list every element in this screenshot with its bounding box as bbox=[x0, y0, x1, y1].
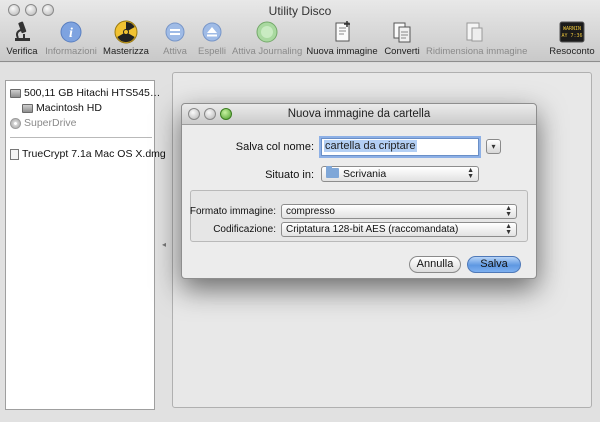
dialog-titlebar: Nuova immagine da cartella bbox=[182, 104, 536, 125]
popup-arrows-icon: ▲ ▼ bbox=[467, 167, 474, 180]
save-as-input[interactable]: cartella da criptare bbox=[321, 138, 479, 156]
toolbar-eject-button[interactable]: Espelli bbox=[196, 20, 228, 57]
save-as-label: Salva col nome: bbox=[235, 141, 314, 153]
toolbar-mount-button[interactable]: Attiva bbox=[160, 20, 190, 57]
svg-text:WARNIN: WARNIN bbox=[563, 26, 581, 32]
dialog-title: Nuova immagine da cartella bbox=[287, 108, 431, 120]
new-image-icon bbox=[335, 21, 350, 42]
save-as-value: cartella da criptare bbox=[324, 140, 417, 152]
convert-icon bbox=[393, 22, 411, 43]
new-image-from-folder-dialog: Nuova immagine da cartella Salva col nom… bbox=[181, 103, 537, 279]
folder-icon bbox=[326, 166, 339, 178]
toolbar-burn-button[interactable]: Masterizza bbox=[102, 20, 150, 57]
journaling-icon bbox=[256, 21, 278, 43]
toolbar-verify-button[interactable]: Verifica bbox=[4, 20, 40, 57]
info-icon: i bbox=[60, 21, 82, 43]
microscope-icon bbox=[15, 21, 30, 41]
format-popup[interactable]: compresso ▲ ▼ bbox=[281, 204, 517, 219]
svg-text:i: i bbox=[69, 26, 73, 41]
superdrive-icon bbox=[10, 117, 21, 129]
toolbar-new-image-button[interactable]: Nuova immagine bbox=[306, 20, 378, 57]
sidebar-divider bbox=[10, 137, 152, 138]
encryption-popup[interactable]: Criptatura 128-bit AES (raccomandata) ▲ ▼ bbox=[281, 222, 517, 237]
toolbar-resize-image-button[interactable]: Ridimensiona immagine bbox=[426, 20, 527, 57]
toolbar-log-button[interactable]: WARNIN AY 7:36 Resoconto bbox=[548, 20, 596, 57]
popup-arrows-icon: ▲ ▼ bbox=[505, 223, 512, 236]
window-toolbar: Utility Disco Verifica i Informazioni Ma… bbox=[0, 0, 600, 62]
encryption-label: Codificazione: bbox=[213, 224, 276, 235]
save-button[interactable]: Salva bbox=[467, 256, 521, 273]
sidebar-item-superdrive[interactable]: SuperDrive bbox=[10, 117, 77, 129]
resize-image-icon bbox=[466, 22, 483, 42]
eject-icon bbox=[202, 22, 222, 42]
dmg-icon bbox=[10, 148, 19, 160]
expand-browser-button[interactable]: ▾ bbox=[486, 139, 501, 154]
sidebar-item-truecrypt-dmg[interactable]: TrueCrypt 7.1a Mac OS X.dmg bbox=[10, 148, 166, 160]
split-view-handle[interactable]: ◂ bbox=[162, 240, 166, 249]
location-popup[interactable]: Scrivania ▲ ▼ bbox=[321, 166, 479, 182]
log-icon: WARNIN AY 7:36 bbox=[559, 21, 585, 43]
sidebar-item-hitachi-disk[interactable]: 500,11 GB Hitachi HTS545… bbox=[10, 87, 160, 99]
window-title: Utility Disco bbox=[268, 4, 332, 18]
toolbar-journaling-button[interactable]: Attiva Journaling bbox=[232, 20, 302, 57]
burn-icon bbox=[114, 20, 138, 44]
popup-arrows-icon: ▲ ▼ bbox=[505, 205, 512, 218]
svg-text:AY 7:36: AY 7:36 bbox=[561, 33, 582, 39]
cancel-button[interactable]: Annulla bbox=[409, 256, 461, 273]
sidebar-item-macintosh-hd[interactable]: Macintosh HD bbox=[22, 102, 102, 114]
toolbar-convert-button[interactable]: Converti bbox=[382, 20, 422, 57]
disk-sidebar: 500,11 GB Hitachi HTS545… Macintosh HD S… bbox=[5, 80, 166, 410]
volume-icon bbox=[22, 103, 33, 113]
hard-drive-icon bbox=[10, 88, 21, 98]
format-label: Formato immagine: bbox=[189, 206, 276, 217]
mount-icon bbox=[165, 22, 185, 42]
location-label: Situato in: bbox=[265, 169, 314, 181]
toolbar-info-button[interactable]: i Informazioni bbox=[44, 20, 98, 57]
